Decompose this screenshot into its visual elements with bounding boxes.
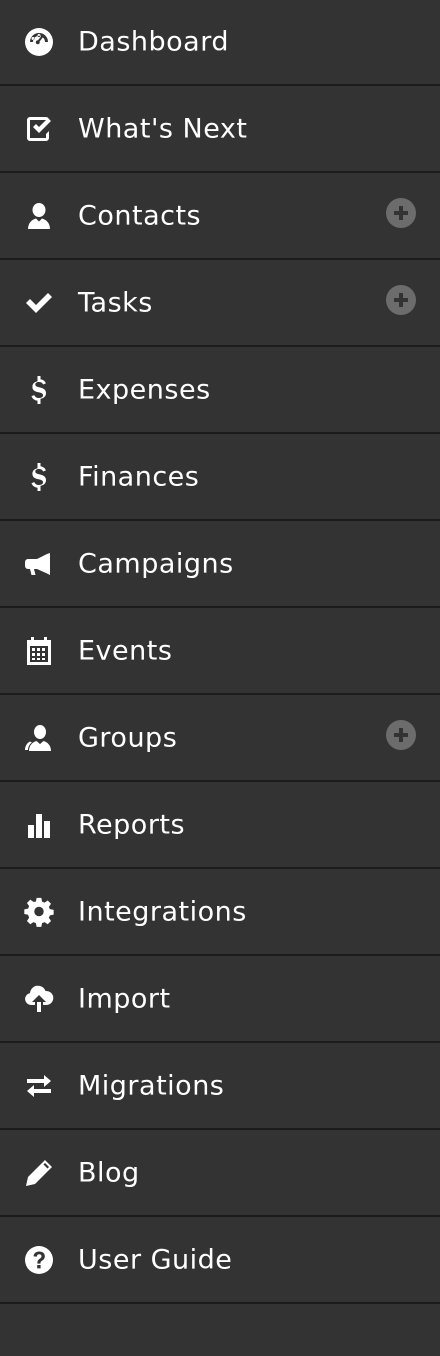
checkmark-icon [21, 285, 57, 321]
add-group-button[interactable] [386, 719, 416, 750]
cloud-upload-icon [21, 981, 57, 1017]
sidebar-item-contacts[interactable]: Contacts [0, 173, 440, 260]
sidebar-item-expenses[interactable]: Expenses [0, 347, 440, 434]
dollar-icon [21, 372, 57, 408]
sidebar-item-blog[interactable]: Blog [0, 1130, 440, 1217]
sidebar-item-label: Events [78, 635, 173, 666]
gear-icon [21, 894, 57, 930]
sidebar-item-label: Reports [78, 809, 186, 840]
add-contact-button[interactable] [386, 197, 416, 228]
bar-chart-icon [21, 807, 57, 843]
sidebar-item-events[interactable]: Events [0, 608, 440, 695]
sidebar-item-label: User Guide [78, 1244, 233, 1275]
sidebar-item-import[interactable]: Import [0, 956, 440, 1043]
sidebar-item-label: Campaigns [78, 548, 234, 579]
dashboard-icon [21, 24, 57, 60]
sidebar-item-integrations[interactable]: Integrations [0, 869, 440, 956]
sidebar-item-label: Expenses [78, 374, 211, 405]
sidebar-item-dashboard[interactable]: Dashboard [0, 0, 440, 86]
sidebar-item-label: Dashboard [78, 26, 229, 58]
swap-arrows-icon [21, 1068, 57, 1104]
sidebar-nav: Dashboard What's Next Contacts Tasks Exp… [0, 0, 440, 1356]
plus-icon [394, 205, 408, 220]
sidebar-item-label: Import [78, 983, 171, 1014]
sidebar-item-tasks[interactable]: Tasks [0, 260, 440, 347]
question-circle-icon [21, 1242, 57, 1278]
sidebar-item-user-guide[interactable]: User Guide [0, 1217, 440, 1304]
pencil-icon [21, 1155, 57, 1191]
group-icon [21, 720, 57, 756]
sidebar-item-label: Integrations [78, 896, 247, 927]
sidebar-item-migrations[interactable]: Migrations [0, 1043, 440, 1130]
sidebar-item-whats-next[interactable]: What's Next [0, 86, 440, 173]
sidebar-item-reports[interactable]: Reports [0, 782, 440, 869]
sidebar-item-groups[interactable]: Groups [0, 695, 440, 782]
sidebar-item-label: Groups [78, 722, 178, 753]
sidebar-item-label: Tasks [78, 287, 153, 318]
checkbox-icon [21, 111, 57, 147]
sidebar-item-label: Contacts [78, 200, 202, 231]
sidebar-item-label: Finances [78, 461, 200, 492]
sidebar-item-campaigns[interactable]: Campaigns [0, 521, 440, 608]
sidebar-item-finances[interactable]: Finances [0, 434, 440, 521]
dollar-icon [21, 459, 57, 495]
add-task-button[interactable] [386, 284, 416, 315]
plus-icon [394, 727, 408, 742]
sidebar-item-label: What's Next [78, 113, 248, 144]
person-icon [21, 198, 57, 234]
calendar-icon [21, 633, 57, 669]
sidebar-item-label: Blog [78, 1157, 140, 1188]
plus-icon [394, 292, 408, 307]
sidebar-item-label: Migrations [78, 1070, 225, 1101]
megaphone-icon [21, 546, 57, 582]
